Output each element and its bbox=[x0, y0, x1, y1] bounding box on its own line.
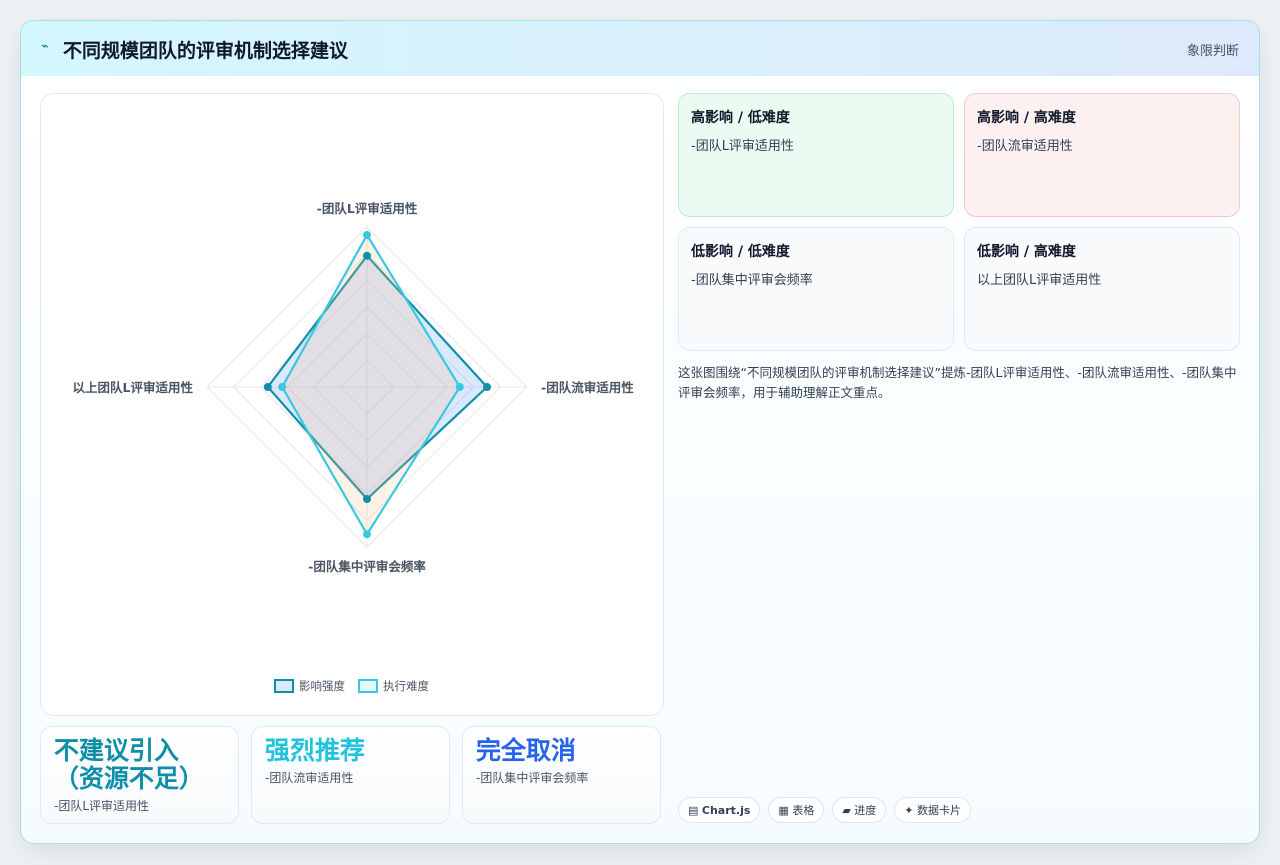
data-point-2-3 bbox=[363, 530, 371, 539]
radar-chart: -团队L评审适用性 -团队流审适用性 -团队集中评审会频率 以上团队L评审适用性影响强… bbox=[73, 201, 634, 693]
chip-label: Chart.js bbox=[701, 803, 751, 817]
chip-data-card[interactable]: ✦ 数据卡片 bbox=[894, 797, 972, 823]
data-point-1-3 bbox=[363, 495, 371, 503]
quadrant-title: 高影响 / 低难度 bbox=[691, 110, 790, 126]
legend-label-2: 执行难度 bbox=[383, 679, 429, 693]
chart-description: 这张图围绕“不同规模团队的评审机制选择建议”提炼-团队L评审适用性、-团队流审适… bbox=[678, 365, 1237, 400]
data-point-1-4 bbox=[263, 383, 272, 391]
axis-label-2: -团队流审适用性 bbox=[541, 380, 634, 395]
table-icon: ▦ bbox=[778, 803, 789, 817]
chip-label: 表格 bbox=[792, 804, 815, 817]
quadrant-title: 低影响 / 高难度 bbox=[977, 244, 1076, 260]
axis-label-1: -团队L评审适用性 bbox=[317, 201, 418, 216]
progress-icon: ▰ bbox=[842, 803, 851, 817]
quadrant-title: 低影响 / 低难度 bbox=[691, 244, 790, 260]
data-point-2-2 bbox=[455, 383, 464, 391]
quadrant-item: -团队集中评审会频率 bbox=[691, 273, 813, 288]
axis-label-4: 以上团队L评审适用性 bbox=[73, 380, 194, 395]
kpi-label-1: -团队L评审适用性 bbox=[54, 799, 150, 813]
chip-table[interactable]: ▦ 表格 bbox=[768, 797, 825, 823]
quadrant-title: 高影响 / 高难度 bbox=[977, 110, 1076, 126]
kpi-label-2: -团队流审适用性 bbox=[265, 771, 354, 785]
kpi-card-2: 强烈推荐 -团队流审适用性 bbox=[251, 726, 450, 824]
data-point-1-2 bbox=[483, 383, 491, 391]
data-point-2-1 bbox=[363, 231, 371, 239]
kpi-value-2: 强烈推荐 bbox=[265, 736, 366, 765]
chip-label: 进度 bbox=[854, 804, 877, 817]
kpi-label-3: -团队集中评审会频率 bbox=[476, 771, 589, 785]
chip-chartjs[interactable]: ▤ Chart.js bbox=[678, 797, 761, 823]
quadrant-high-impact-low-difficulty: 高影响 / 低难度 -团队L评审适用性 bbox=[678, 93, 954, 217]
radar-chart-card: -团队L评审适用性 -团队流审适用性 -团队集中评审会频率 以上团队L评审适用性影响强… bbox=[40, 93, 664, 716]
quadrant-item: 以上团队L评审适用性 bbox=[977, 273, 1102, 288]
feature-chips: ▤ Chart.js ▦ 表格 ▰ 进度 ✦ 数据卡片 bbox=[678, 797, 972, 823]
kpi-value-3: 完全取消 bbox=[476, 736, 577, 765]
kpi-card-1: 不建议引入（资源不足） -团队L评审适用性 bbox=[40, 726, 239, 824]
quadrant-low-impact-low-difficulty: 低影响 / 低难度 -团队集中评审会频率 bbox=[678, 227, 954, 351]
header-bar: ⌁ 不同规模团队的评审机制选择建议 象限判断 bbox=[21, 21, 1259, 76]
quadrant-low-impact-high-difficulty: 低影响 / 高难度 以上团队L评审适用性 bbox=[964, 227, 1240, 351]
kpi-value-1: 不建议引入（资源不足） bbox=[54, 736, 205, 793]
chart-icon: ▤ bbox=[688, 803, 699, 817]
quadrant-item: -团队L评审适用性 bbox=[691, 139, 794, 154]
data-point-2-4 bbox=[278, 383, 287, 391]
chip-label: 数据卡片 bbox=[917, 804, 962, 817]
kpi-card-3: 完全取消 -团队集中评审会频率 bbox=[462, 726, 661, 824]
report-frame: ⌁ 不同规模团队的评审机制选择建议 象限判断 -团队L评审适用性 -团队流审适用性… bbox=[20, 20, 1260, 844]
sparkle-icon: ✦ bbox=[904, 803, 914, 817]
quadrant-high-impact-high-difficulty: 高影响 / 高难度 -团队流审适用性 bbox=[964, 93, 1240, 217]
axis-label-3: -团队集中评审会频率 bbox=[308, 559, 426, 574]
chip-progress[interactable]: ▰ 进度 bbox=[832, 797, 887, 823]
header-tag: 象限判断 bbox=[1186, 44, 1239, 59]
legend-label-1: 影响强度 bbox=[299, 679, 345, 693]
quadrant-item: -团队流审适用性 bbox=[977, 139, 1073, 154]
page-title: 不同规模团队的评审机制选择建议 bbox=[63, 40, 349, 62]
legend-swatch-1 bbox=[274, 679, 294, 693]
data-point-1-1 bbox=[363, 251, 371, 260]
pulse-icon: ⌁ bbox=[41, 39, 49, 54]
legend-swatch-2 bbox=[358, 679, 378, 693]
